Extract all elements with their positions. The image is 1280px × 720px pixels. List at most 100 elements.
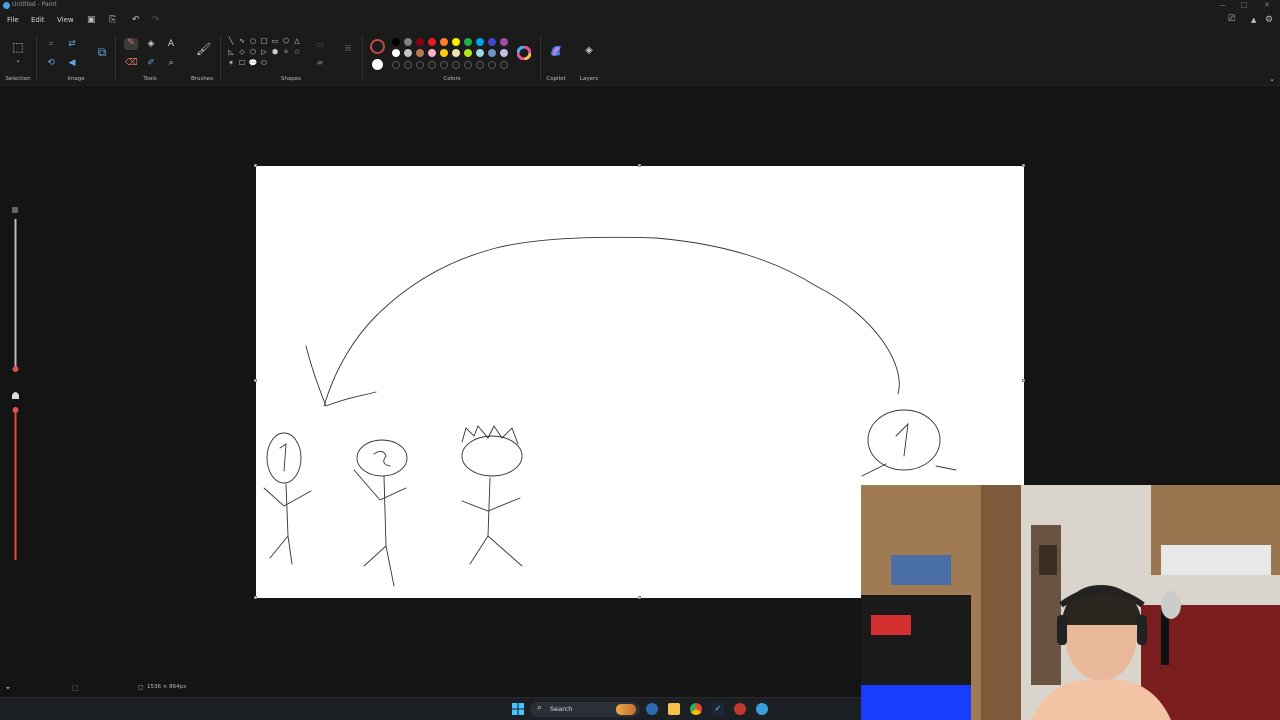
shape-outline-icon[interactable]: ▱ [314,40,326,50]
shape-tool[interactable]: ⬢ [270,47,280,57]
pencil-icon[interactable]: ✎ [124,38,138,50]
secondary-color-indicator[interactable] [372,59,383,70]
shape-tool[interactable]: ◇ [237,47,247,57]
color-swatch[interactable] [452,38,460,46]
custom-color-slot[interactable] [452,61,460,69]
chrome-icon[interactable] [690,703,702,715]
selection-rect-icon[interactable]: ⬚ [12,41,24,53]
fill-bucket-icon[interactable]: ◈ [145,39,157,49]
flip-icon[interactable]: ◀ [66,58,78,68]
shape-tool[interactable]: △ [292,36,302,46]
custom-color-slot[interactable] [392,61,400,69]
eraser-icon[interactable]: ⌫ [125,58,138,68]
steam-icon[interactable]: ✓ [712,703,724,715]
image-select-icon[interactable]: ⧉ [96,46,108,58]
color-swatch[interactable] [464,38,472,46]
shape-tool[interactable]: ✶ [226,58,236,68]
color-swatch[interactable] [440,49,448,57]
custom-color-slot[interactable] [440,61,448,69]
color-swatch[interactable] [464,49,472,57]
shape-tool[interactable]: ⬡ [248,47,258,57]
custom-color-slot[interactable] [416,61,424,69]
crop-icon[interactable]: ⌗ [45,39,57,49]
resize-handle[interactable] [254,379,257,382]
color-swatch[interactable] [440,38,448,46]
magnifier-icon[interactable]: ⌕ [165,58,177,68]
maximize-button[interactable]: □ [1241,1,1248,9]
color-swatch[interactable] [488,38,496,46]
resize-handle[interactable] [254,596,257,599]
shape-tool[interactable]: □ [259,36,269,46]
custom-color-slot[interactable] [488,61,496,69]
shape-tool[interactable]: 💬 [248,58,258,68]
color-swatch[interactable] [428,49,436,57]
color-swatch[interactable] [416,38,424,46]
color-swatch[interactable] [500,49,508,57]
copilot-icon[interactable] [549,44,563,61]
resize-handle[interactable] [254,164,257,167]
color-swatch[interactable] [488,49,496,57]
windows-start-icon[interactable] [512,703,524,715]
color-picker-icon[interactable]: ✐ [145,58,157,68]
custom-color-slot[interactable] [404,61,412,69]
resize-icon[interactable]: ⇄ [66,39,78,49]
color-swatch[interactable] [476,38,484,46]
taskbar-search[interactable]: ⌕ Search [530,702,640,717]
text-icon[interactable]: A [165,39,177,49]
shape-tool[interactable]: ▷ [259,47,269,57]
color-swatch[interactable] [476,49,484,57]
collapse-ribbon-icon[interactable]: ⌄ [1266,74,1278,84]
rotate-icon[interactable]: ⟲ [45,58,57,68]
menu-view[interactable]: View [57,16,74,24]
paint-taskbar-icon[interactable] [756,703,768,715]
color-swatch[interactable] [392,38,400,46]
resize-handle[interactable] [1022,379,1025,382]
menu-edit[interactable]: Edit [31,16,45,24]
custom-color-slot[interactable] [500,61,508,69]
menu-file[interactable]: File [7,16,19,24]
cast-icon[interactable]: ⎚ [1228,14,1235,24]
shape-tool[interactable]: ☆ [292,47,302,57]
color-swatch[interactable] [404,49,412,57]
shape-size-icon[interactable]: ≣ [342,44,354,54]
chevron-down-icon[interactable]: ⌄ [12,56,24,66]
custom-color-slot[interactable] [428,61,436,69]
brush-size-slider[interactable] [9,205,23,565]
color-swatch[interactable] [428,38,436,46]
custom-color-slot[interactable] [464,61,472,69]
primary-color-indicator[interactable] [370,39,385,54]
color-swatch[interactable] [392,49,400,57]
shape-fill-icon[interactable]: ▰ [314,58,326,68]
browser-app-icon[interactable] [734,703,746,715]
brush-icon[interactable]: 🖌 [196,43,211,55]
color-swatch[interactable] [404,38,412,46]
resize-handle[interactable] [638,596,641,599]
undo-icon[interactable]: ↶ [132,15,140,25]
shape-tool[interactable]: ☐ [237,58,247,68]
shape-tool[interactable]: ⬠ [281,36,291,46]
share-icon[interactable]: ⎘ [109,15,116,25]
account-icon[interactable]: ▲ [1251,15,1256,25]
custom-color-slot[interactable] [476,61,484,69]
layers-icon[interactable]: ◈ [583,46,595,56]
save-icon[interactable]: ▣ [87,15,96,25]
shape-tool[interactable]: ◺ [226,47,236,57]
shape-tool[interactable]: ○ [248,36,258,46]
shape-tool[interactable]: ╲ [226,36,236,46]
resize-handle[interactable] [1022,164,1025,167]
settings-gear-icon[interactable]: ⚙ [1265,15,1273,25]
edit-colors-icon[interactable] [516,45,532,62]
shape-tool[interactable]: ⬭ [259,58,269,68]
color-swatch[interactable] [500,38,508,46]
minimize-button[interactable]: — [1219,1,1226,9]
edge-browser-icon[interactable] [646,703,658,715]
color-swatch[interactable] [416,49,424,57]
shape-tool[interactable]: ▭ [270,36,280,46]
file-explorer-icon[interactable] [668,703,680,715]
redo-icon[interactable]: ↷ [152,15,160,25]
resize-handle[interactable] [638,164,641,167]
shape-tool[interactable]: ∿ [237,36,247,46]
close-button[interactable]: ✕ [1264,1,1270,9]
color-swatch[interactable] [452,49,460,57]
shape-tool[interactable]: ✧ [281,47,291,57]
